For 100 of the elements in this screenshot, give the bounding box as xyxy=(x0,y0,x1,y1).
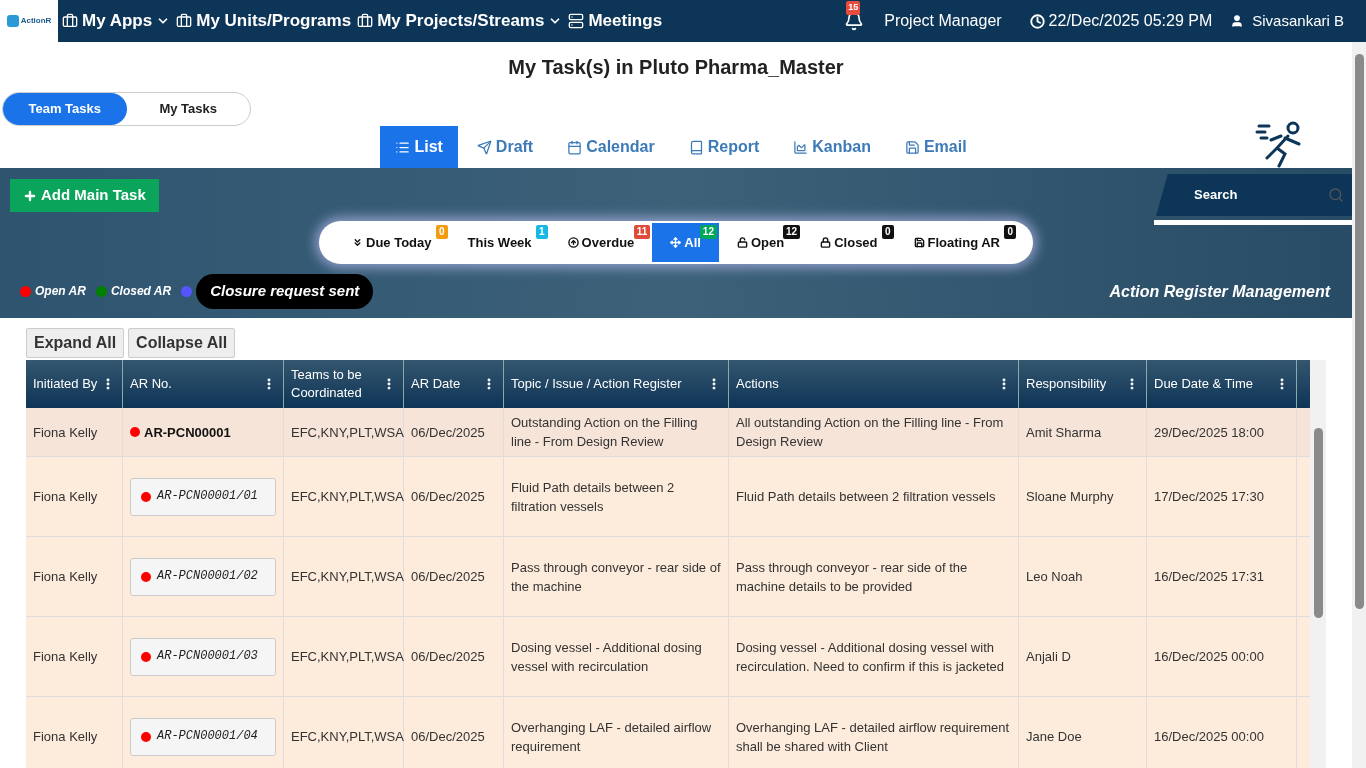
table-cell-text: 06/Dec/2025 xyxy=(411,488,485,506)
view-tab[interactable]: Calendar xyxy=(552,126,670,168)
view-tab[interactable]: Kanban xyxy=(778,126,886,168)
filter-chip[interactable]: Closed 0 xyxy=(802,223,896,262)
table-cell-text: 06/Dec/2025 xyxy=(411,423,485,442)
scrollbar[interactable] xyxy=(1313,428,1323,618)
filter-chip[interactable]: Floating AR 0 xyxy=(895,223,1018,262)
table-cell-text: 06/Dec/2025 xyxy=(411,568,485,586)
table-cell-text: Fiona Kelly xyxy=(33,488,98,506)
table-row[interactable]: Fiona Kelly AR-PCN00001/01 EFC,KNY,PLT,WSA 06/Dec/2025 Fluid Path details between 2 filtration vessels Fluid Path details between 2 filtration vessels Sloane Murphy 17/Dec/2025 17:30 xyxy=(26,457,1310,537)
search-field[interactable]: Search xyxy=(1194,185,1328,205)
table-cell-text: EFC,KNY,PLT,WSA xyxy=(291,568,404,586)
table-cell-text: Amit Sharma xyxy=(1026,423,1102,442)
server-icon xyxy=(568,13,585,29)
table-cell-text: EFC,KNY,PLT,WSA xyxy=(291,728,404,746)
user-icon xyxy=(1230,14,1245,28)
briefcase-icon xyxy=(176,13,193,29)
toggle-tab[interactable]: My Tasks xyxy=(126,93,250,125)
arrow-up-circle-icon xyxy=(567,237,579,248)
table-cell-text: 16/Dec/2025 00:00 xyxy=(1154,728,1264,746)
count-badge: 12 xyxy=(699,225,717,239)
list-icon xyxy=(395,139,411,155)
ar-number-button[interactable]: AR-PCN00001/01 xyxy=(130,477,276,516)
ar-number-button[interactable]: AR-PCN00001/04 xyxy=(130,717,276,756)
toggle-tab[interactable]: Team Tasks xyxy=(3,93,127,125)
table-cell-text: Fiona Kelly xyxy=(33,568,98,586)
lock-icon xyxy=(820,237,832,248)
logo-chat-icon xyxy=(6,15,19,27)
page-title: My Task(s) in Pluto Pharma_Master xyxy=(507,55,845,80)
move-arrows-icon xyxy=(670,237,682,248)
filter-chip[interactable]: Due Today 0 xyxy=(334,223,450,262)
ar-number-button[interactable]: AR-PCN00001/03 xyxy=(130,637,276,676)
table-cell-text: Fiona Kelly xyxy=(33,423,98,442)
ar-number[interactable]: AR-PCN00001 xyxy=(144,422,231,442)
logo-text: ActionR xyxy=(20,15,52,27)
view-tab[interactable]: Email xyxy=(889,126,982,168)
column-header[interactable]: Due Date & Time xyxy=(1154,375,1275,393)
double-chevron-icon xyxy=(352,237,363,248)
logo[interactable]: ActionR xyxy=(0,0,58,42)
nav-menu[interactable]: My Projects/Streams xyxy=(357,8,563,34)
column-header[interactable]: Responsibility xyxy=(1026,375,1125,393)
search-box[interactable]: Search xyxy=(1156,174,1352,216)
table-cell-text: Fluid Path details between 2 filtration vessels xyxy=(736,488,996,506)
expand-all-button[interactable]: Expand All xyxy=(26,328,125,358)
ar-number-button[interactable]: AR-PCN00001/02 xyxy=(130,557,276,596)
table-cell-text: 29/Dec/2025 18:00 xyxy=(1154,423,1264,442)
briefcase-icon xyxy=(357,13,374,29)
table-cell-text: All outstanding Action on the Filling line - From Design Review xyxy=(736,414,1005,451)
notification-badge: 15 xyxy=(846,1,861,15)
filter-chip[interactable]: Overdue 11 xyxy=(549,223,653,262)
role-label: Project Manager xyxy=(884,11,1002,31)
legend-label: Closed AR xyxy=(110,283,172,301)
nav-menu[interactable]: Meetings xyxy=(568,8,663,34)
user-name[interactable]: Sivasankari B xyxy=(1252,9,1344,33)
column-header[interactable]: Actions xyxy=(736,375,997,393)
count-badge: 11 xyxy=(633,225,651,239)
table-cell-text: 06/Dec/2025 xyxy=(411,728,485,746)
unlock-icon xyxy=(736,237,748,248)
nav-menu[interactable]: My Units/Programs xyxy=(176,8,352,34)
collapse-all-button[interactable]: Collapse All xyxy=(128,328,236,358)
paper-plane-icon xyxy=(476,139,492,155)
filter-chip[interactable]: Open 12 xyxy=(718,223,803,262)
view-tab[interactable]: List xyxy=(380,126,458,168)
table-cell-text: EFC,KNY,PLT,WSA xyxy=(291,423,404,442)
plus-icon xyxy=(23,188,37,203)
nav-menu[interactable]: My Apps xyxy=(62,8,171,34)
filter-chip[interactable]: This Week 1 xyxy=(449,223,550,262)
table-cell-text: Pass through conveyor - rear side of the machine xyxy=(511,558,721,596)
table-cell-text: Anjali D xyxy=(1026,648,1071,666)
table-row[interactable] xyxy=(26,537,1310,617)
page-scrollbar[interactable] xyxy=(1354,54,1364,609)
table-cell-text: 17/Dec/2025 17:30 xyxy=(1154,488,1264,506)
table-cell-text: Fluid Path details between 2 filtration vessels xyxy=(511,478,676,516)
table-cell-text: Dosing vessel - Additional dosing vessel with recirculation. Need to confirm if this is jacketed xyxy=(736,638,1006,676)
legend-label: Open AR xyxy=(35,283,86,301)
view-tab[interactable]: Draft xyxy=(461,126,549,168)
column-header[interactable]: Teams to be Coordinated xyxy=(291,366,382,402)
column-header[interactable]: Topic / Issue / Action Register xyxy=(511,375,707,393)
table-cell-text: Overhanging LAF - detailed airflow requirement xyxy=(511,718,713,756)
column-header[interactable]: Initiated By xyxy=(33,375,101,393)
view-tab[interactable]: Report xyxy=(673,126,775,168)
table-cell-text: Dosing vessel - Additional dosing vessel with recirculation xyxy=(511,638,703,676)
table-cell-text: 16/Dec/2025 00:00 xyxy=(1154,648,1264,666)
legend-label: Closure request sent xyxy=(196,274,374,309)
table-cell-text: Fiona Kelly xyxy=(33,728,98,746)
table-cell-text: Outstanding Action on the Filling line - From Design Review xyxy=(511,414,699,451)
table-cell-text: Sloane Murphy xyxy=(1026,488,1114,506)
table-row[interactable] xyxy=(26,617,1310,697)
filter-chip[interactable]: All 12 xyxy=(652,223,719,262)
clock-icon xyxy=(1029,13,1045,29)
table-row[interactable] xyxy=(26,697,1310,768)
table-cell-text: Leo Noah xyxy=(1026,568,1083,586)
count-badge: 0 xyxy=(435,225,448,239)
briefcase-icon xyxy=(62,13,78,29)
column-header[interactable]: AR Date xyxy=(411,375,482,393)
column-header[interactable]: AR No. xyxy=(130,375,262,393)
banner-title: Action Register Management xyxy=(1109,282,1330,302)
table-cell-text: 16/Dec/2025 17:31 xyxy=(1154,568,1264,586)
area-chart-icon xyxy=(793,139,809,155)
count-badge: 12 xyxy=(783,225,801,239)
